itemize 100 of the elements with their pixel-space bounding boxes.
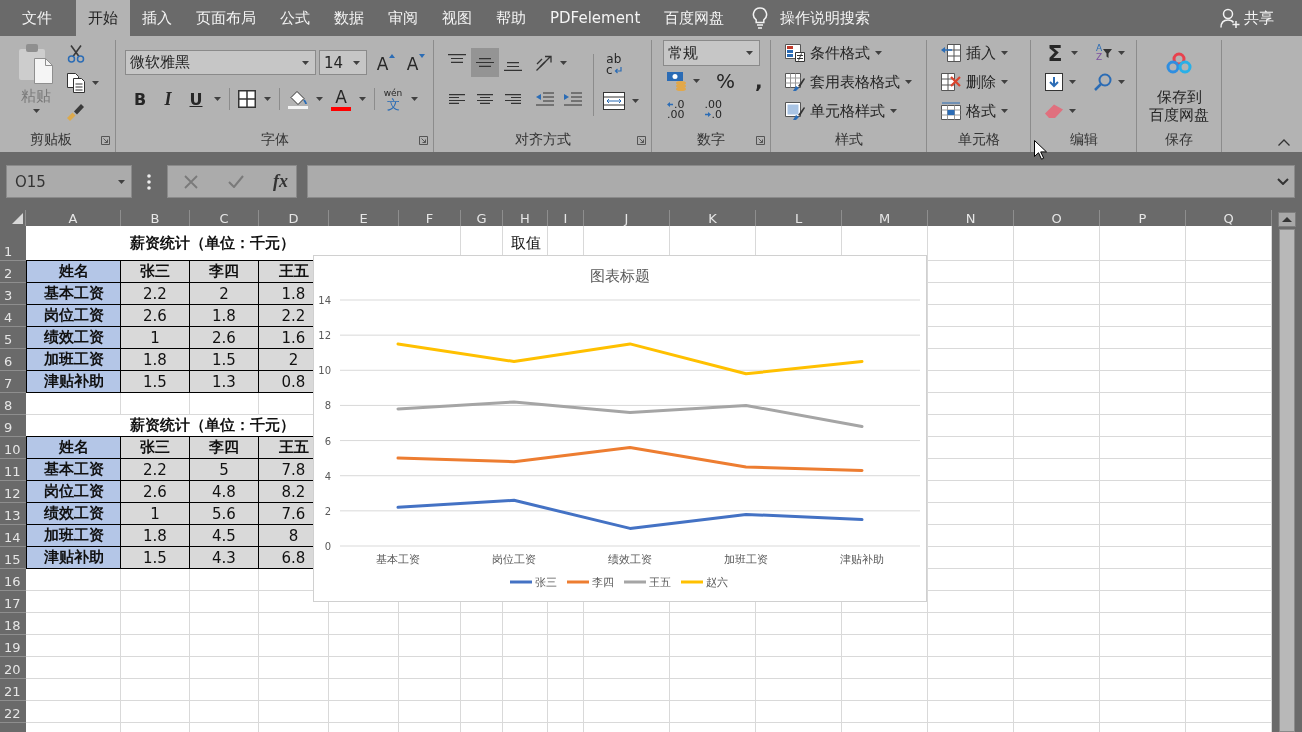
wrap-text-button[interactable]: ab c — [603, 54, 639, 76]
ribbon-tab[interactable]: 开始 — [76, 0, 130, 36]
caret-icon[interactable] — [1069, 109, 1076, 113]
font-name-combo[interactable]: 微软雅黑 — [125, 50, 316, 75]
font-color-button[interactable]: A — [331, 87, 351, 111]
formula-input[interactable] — [307, 165, 1295, 198]
dialog-launcher-icon[interactable] — [419, 135, 428, 145]
column-letter[interactable]: A — [26, 210, 121, 226]
column-letter[interactable]: N — [928, 210, 1014, 226]
column-letter[interactable]: O — [1014, 210, 1100, 226]
dialog-launcher-icon[interactable] — [637, 135, 646, 145]
bold-button[interactable]: B — [130, 87, 150, 111]
insert-function-button[interactable]: fx — [273, 171, 288, 192]
ribbon-tab[interactable]: 页面布局 — [184, 0, 268, 36]
decrease-decimal-button[interactable]: .00 .0 — [704, 99, 722, 120]
caret-icon[interactable] — [693, 78, 700, 83]
ribbon-tab[interactable]: 帮助 — [484, 0, 538, 36]
column-letter[interactable]: D — [259, 210, 329, 226]
caret-icon[interactable] — [353, 60, 360, 65]
caret-icon[interactable] — [875, 51, 882, 55]
phonetic-guide-button[interactable]: wén 文 — [383, 88, 403, 110]
style-menu-button[interactable]: 单元格样式 — [785, 99, 926, 123]
save-to-cloud-button[interactable]: 保存到 百度网盘 — [1137, 40, 1221, 124]
column-letter[interactable]: G — [461, 210, 503, 226]
caret-icon[interactable] — [1001, 80, 1008, 84]
select-all-icon[interactable] — [12, 213, 23, 224]
scroll-up-icon[interactable] — [1278, 212, 1296, 227]
caret-icon[interactable] — [890, 109, 897, 113]
caret-icon[interactable] — [92, 81, 99, 85]
caret-icon[interactable] — [1069, 80, 1076, 84]
chevron-down-icon[interactable] — [1277, 178, 1289, 185]
search-icon[interactable] — [1094, 73, 1112, 91]
ribbon-tab[interactable]: 视图 — [430, 0, 484, 36]
column-letter[interactable]: P — [1100, 210, 1186, 226]
share-button[interactable]: 共享 — [1220, 8, 1274, 28]
autosum-button[interactable]: Σ — [1045, 41, 1065, 65]
shrink-font-button[interactable]: A — [405, 50, 427, 75]
caret-icon[interactable] — [359, 97, 366, 101]
dialog-launcher-icon[interactable] — [756, 135, 765, 145]
column-letter[interactable]: B — [121, 210, 190, 226]
caret-icon[interactable] — [1001, 109, 1008, 113]
sort-filter-button[interactable]: A Z — [1096, 44, 1113, 62]
scrollbar-thumb[interactable] — [1279, 229, 1295, 732]
caret-icon[interactable] — [905, 80, 912, 84]
style-menu-button[interactable]: 条件格式 — [785, 41, 926, 65]
caret-icon[interactable] — [746, 51, 753, 55]
dialog-launcher-icon[interactable] — [101, 135, 110, 145]
underline-button[interactable]: U — [186, 87, 206, 111]
scissors-icon[interactable] — [67, 45, 85, 63]
column-letter[interactable]: M — [842, 210, 928, 226]
increase-decimal-button[interactable]: .0 .00 — [667, 99, 685, 120]
cells-menu-button[interactable]: 插入 — [941, 41, 1030, 65]
cells-menu-button[interactable]: 格式 — [941, 99, 1030, 123]
line-chart[interactable]: 图表标题 0 2 4 6 8 10 12 14 基本工资 岗位工资 绩效工资 加班工资 津贴补助 张三 李四 王五 赵六 — [313, 255, 927, 602]
column-letter[interactable]: E — [329, 210, 399, 226]
tell-me-search[interactable]: 操作说明搜索 — [752, 7, 871, 29]
ribbon-tab[interactable]: 公式 — [268, 0, 322, 36]
caret-icon[interactable] — [264, 97, 271, 101]
caret-icon[interactable] — [316, 97, 323, 101]
merge-center-icon[interactable] — [603, 92, 625, 110]
comma-style-button[interactable]: , — [755, 68, 763, 93]
caret-icon[interactable] — [118, 179, 125, 184]
column-letter[interactable]: J — [584, 210, 670, 226]
fill-down-icon[interactable] — [1045, 73, 1063, 91]
brush-icon[interactable] — [67, 103, 85, 121]
column-letter[interactable]: K — [670, 210, 756, 226]
italic-button[interactable]: I — [158, 87, 178, 111]
caret-icon[interactable] — [302, 60, 309, 65]
name-box[interactable]: O15 — [6, 165, 132, 198]
percent-button[interactable]: % — [716, 68, 735, 93]
ribbon-tab[interactable]: 数据 — [322, 0, 376, 36]
caret-icon[interactable] — [560, 60, 567, 65]
column-letter[interactable]: I — [548, 210, 584, 226]
caret-icon[interactable] — [1118, 51, 1126, 55]
ribbon-tab[interactable]: PDFelement — [538, 0, 653, 36]
accounting-format-icon[interactable] — [667, 70, 687, 91]
border-icon[interactable] — [238, 90, 256, 108]
increase-indent-icon[interactable] — [564, 92, 582, 106]
caret-icon[interactable] — [411, 97, 418, 101]
vertical-align-button[interactable] — [471, 48, 499, 77]
fill-color-icon[interactable] — [288, 89, 308, 109]
column-letter[interactable]: L — [756, 210, 842, 226]
check-icon[interactable] — [228, 175, 244, 188]
column-letter[interactable]: F — [399, 210, 461, 226]
font-size-combo[interactable]: 14 — [319, 50, 367, 75]
style-menu-button[interactable]: 套用表格格式 — [785, 70, 926, 94]
ribbon-tab[interactable]: 插入 — [130, 0, 184, 36]
decrease-indent-icon[interactable] — [536, 92, 554, 106]
column-letter[interactable]: H — [503, 210, 548, 226]
caret-icon[interactable] — [1118, 80, 1125, 84]
ribbon-tab[interactable]: 审阅 — [376, 0, 430, 36]
copy-icon[interactable] — [67, 73, 85, 93]
collapse-ribbon-icon[interactable] — [1278, 139, 1290, 146]
more-options-icon[interactable] — [147, 173, 151, 190]
number-format-combo[interactable]: 常规 — [663, 40, 760, 66]
caret-icon[interactable] — [1001, 51, 1008, 55]
column-letter[interactable]: Q — [1186, 210, 1272, 226]
caret-icon[interactable] — [214, 97, 221, 101]
cells-menu-button[interactable]: 删除 — [941, 70, 1030, 94]
column-letter[interactable]: C — [190, 210, 259, 226]
